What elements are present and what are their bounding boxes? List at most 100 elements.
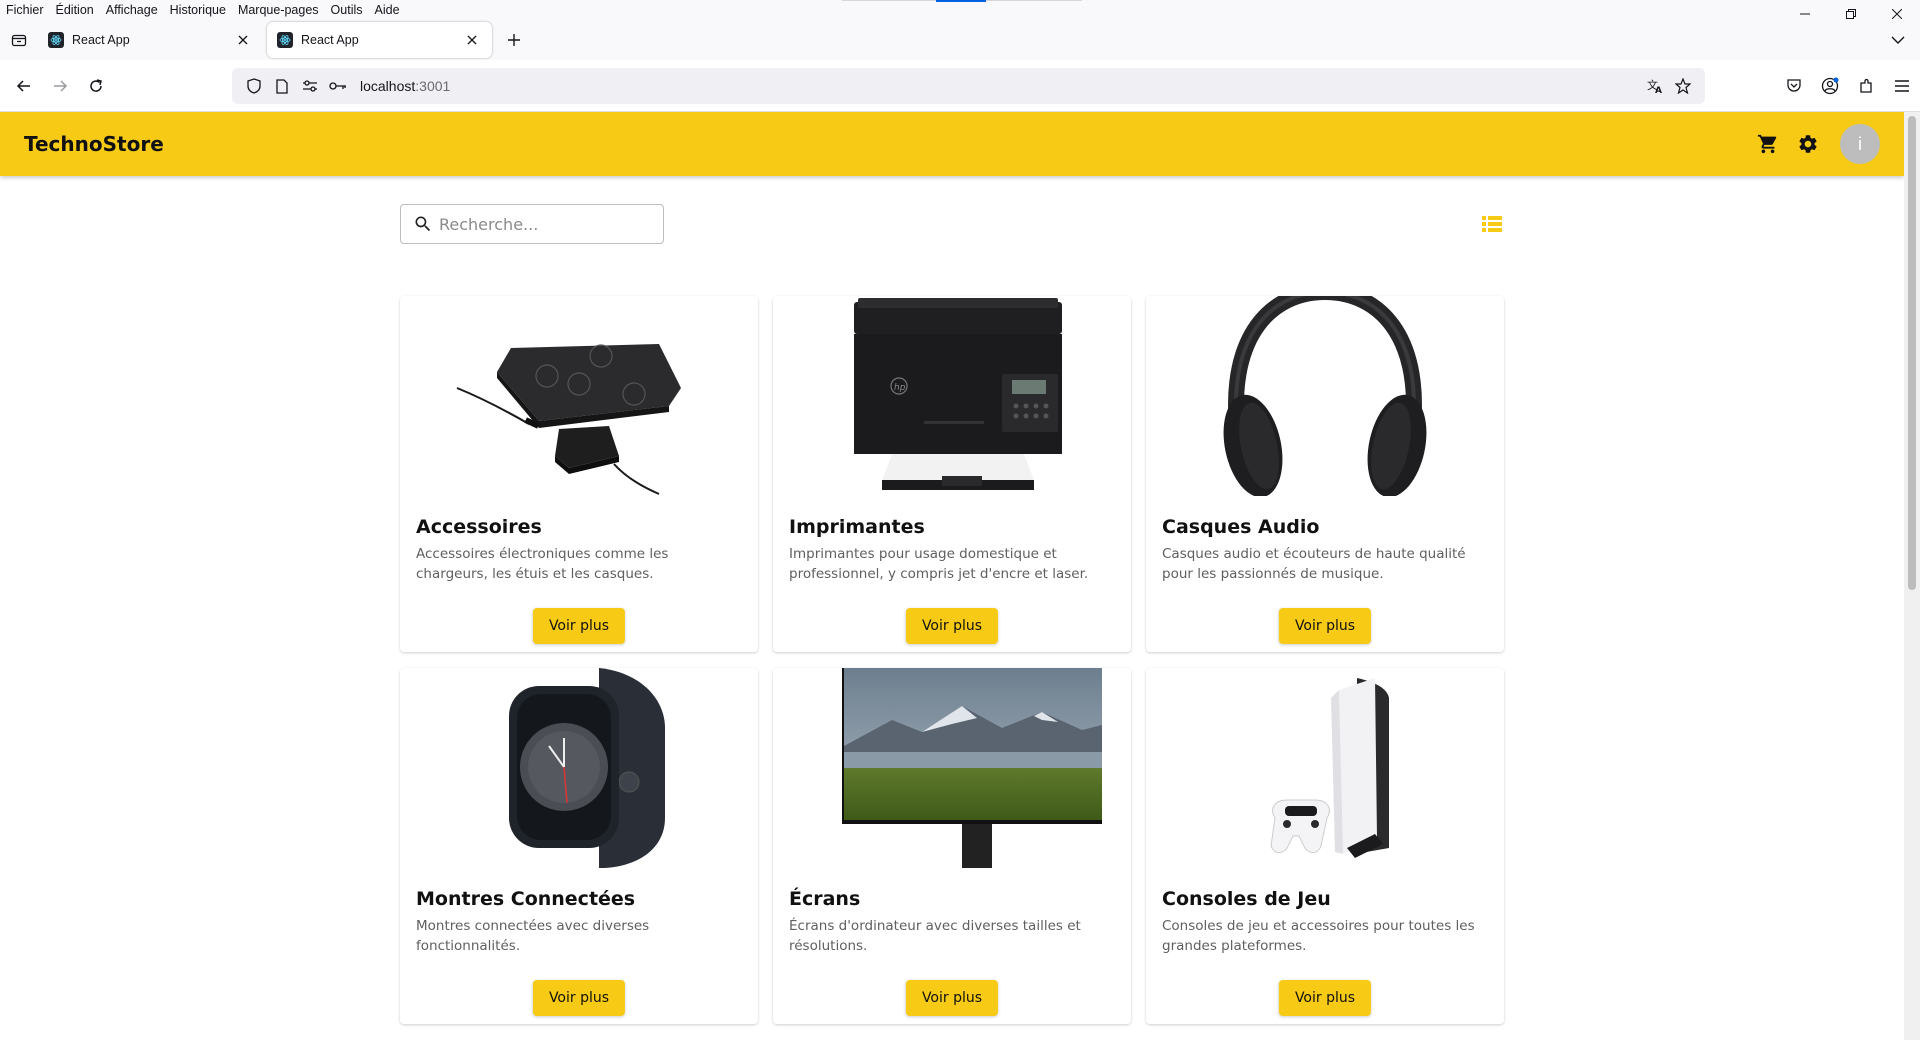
react-icon	[277, 32, 293, 48]
firefox-view-icon	[11, 34, 27, 47]
menu-marque-pages[interactable]: Marque-pages	[232, 3, 325, 17]
url-port: :3001	[415, 78, 451, 94]
list-view-toggle[interactable]	[1480, 212, 1504, 236]
app-header: TechnoStore i	[0, 112, 1904, 176]
chevron-down-icon	[1891, 36, 1905, 44]
card-title: Consoles de Jeu	[1162, 888, 1331, 910]
url-host: localhost	[360, 78, 416, 94]
menu-edition[interactable]: Édition	[50, 3, 100, 17]
extensions-button[interactable]	[1848, 68, 1884, 104]
extensions-icon	[1860, 78, 1872, 93]
menu-historique[interactable]: Historique	[164, 3, 232, 17]
card-title: Imprimantes	[789, 516, 925, 538]
close-icon	[1892, 9, 1902, 19]
category-card-accessoires: Accessoires Accessoires électroniques co…	[400, 296, 758, 652]
arrow-left-icon	[16, 79, 30, 92]
close-icon	[238, 35, 248, 45]
card-description: Imprimantes pour usage domestique et pro…	[789, 546, 1089, 582]
tab-close-button[interactable]	[462, 30, 482, 50]
voir-plus-button[interactable]: Voir plus	[532, 980, 626, 1016]
react-icon	[48, 32, 64, 48]
category-card-imprimantes: hp Imprimantes Imprimantes pour usage do…	[773, 296, 1131, 652]
monitor-image	[773, 668, 1131, 868]
account-icon	[1821, 77, 1839, 95]
menu-aide[interactable]: Aide	[369, 3, 406, 17]
forward-button[interactable]	[42, 68, 78, 104]
menu-affichage[interactable]: Affichage	[100, 3, 164, 17]
page-icon[interactable]	[268, 72, 296, 100]
plus-icon	[508, 34, 520, 46]
category-card-consoles-de-jeu: Consoles de Jeu Consoles de jeu et acces…	[1146, 668, 1504, 1024]
navigation-bar: localhost:3001 文A	[0, 60, 1920, 112]
card-description: Montres connectées avec diverses fonctio…	[416, 918, 650, 954]
reload-icon	[90, 78, 102, 92]
reload-button[interactable]	[78, 68, 114, 104]
smartwatch-image	[400, 668, 758, 868]
tab-title: React App	[72, 33, 130, 47]
tab-close-button[interactable]	[233, 30, 253, 50]
brand-logo[interactable]: TechnoStore	[24, 132, 164, 156]
title-indicator	[936, 0, 986, 2]
search-input[interactable]	[439, 214, 639, 234]
firefox-view-button[interactable]	[0, 20, 38, 60]
app-menu-button[interactable]	[1884, 68, 1920, 104]
card-title: Montres Connectées	[416, 888, 636, 910]
list-all-tabs-button[interactable]	[1886, 28, 1910, 52]
page-scrollbar[interactable]	[1904, 112, 1920, 1040]
url-bar[interactable]: localhost:3001 文A	[232, 68, 1705, 104]
search-field[interactable]	[400, 204, 664, 244]
card-title: Accessoires	[416, 516, 542, 538]
close-icon	[467, 35, 477, 45]
permissions-icon[interactable]	[296, 72, 324, 100]
tab-react-app-1[interactable]: React App	[38, 22, 263, 58]
voir-plus-button[interactable]: Voir plus	[1278, 608, 1372, 644]
voir-plus-button[interactable]: Voir plus	[905, 980, 999, 1016]
tab-react-app-2[interactable]: React App	[267, 22, 492, 58]
card-description: Consoles de jeu et accessoires pour tout…	[1162, 918, 1475, 954]
voir-plus-button[interactable]: Voir plus	[905, 608, 999, 644]
menu-fichier[interactable]: Fichier	[0, 3, 50, 17]
card-description: Casques audio et écouteurs de haute qual…	[1162, 546, 1466, 582]
translate-icon[interactable]: 文A	[1641, 72, 1669, 100]
toolbar-row	[400, 204, 1504, 244]
category-card-casques-audio: Casques Audio Casques audio et écouteurs…	[1146, 296, 1504, 652]
user-avatar[interactable]: i	[1840, 124, 1880, 164]
restore-icon	[1846, 9, 1856, 19]
search-icon	[415, 216, 431, 232]
pocket-icon	[1787, 79, 1801, 92]
printer-image: hp	[773, 296, 1131, 496]
svg-text:A: A	[1655, 86, 1662, 94]
menu-outils[interactable]: Outils	[325, 3, 369, 17]
arrow-right-icon	[54, 79, 68, 92]
voir-plus-button[interactable]: Voir plus	[1278, 980, 1372, 1016]
category-card-ecrans: Écrans Écrans d'ordinateur avec diverses…	[773, 668, 1131, 1024]
new-tab-button[interactable]	[498, 24, 530, 56]
category-grid: Accessoires Accessoires électroniques co…	[400, 296, 1504, 1024]
svg-text:hp: hp	[894, 383, 906, 393]
tab-bar: React App React App	[0, 20, 1920, 60]
menu-bar: Fichier Édition Affichage Historique Mar…	[0, 0, 1920, 20]
card-title: Écrans	[789, 888, 861, 910]
pocket-button[interactable]	[1776, 68, 1812, 104]
scrollbar-thumb[interactable]	[1908, 116, 1916, 590]
cart-icon	[1757, 134, 1777, 154]
star-icon[interactable]	[1669, 72, 1697, 100]
category-card-montres-connectees: Montres Connectées Montres connectées av…	[400, 668, 758, 1024]
shield-icon[interactable]	[240, 72, 268, 100]
card-title: Casques Audio	[1162, 516, 1320, 538]
list-view-icon	[1482, 216, 1502, 232]
gear-icon	[1799, 135, 1817, 153]
hamburger-icon	[1895, 80, 1909, 92]
game-console-image	[1146, 668, 1504, 868]
key-icon[interactable]	[324, 72, 352, 100]
voir-plus-button[interactable]: Voir plus	[532, 608, 626, 644]
tab-title: React App	[301, 33, 359, 47]
cart-button[interactable]	[1748, 124, 1788, 164]
headphones-image	[1146, 296, 1504, 496]
account-button[interactable]	[1812, 68, 1848, 104]
settings-button[interactable]	[1788, 124, 1828, 164]
back-button[interactable]	[6, 68, 42, 104]
wireless-charger-image	[400, 296, 758, 496]
app-root: TechnoStore i Recherche... Accessoires A…	[0, 112, 1904, 1040]
card-description: Accessoires électroniques comme les char…	[416, 546, 669, 582]
